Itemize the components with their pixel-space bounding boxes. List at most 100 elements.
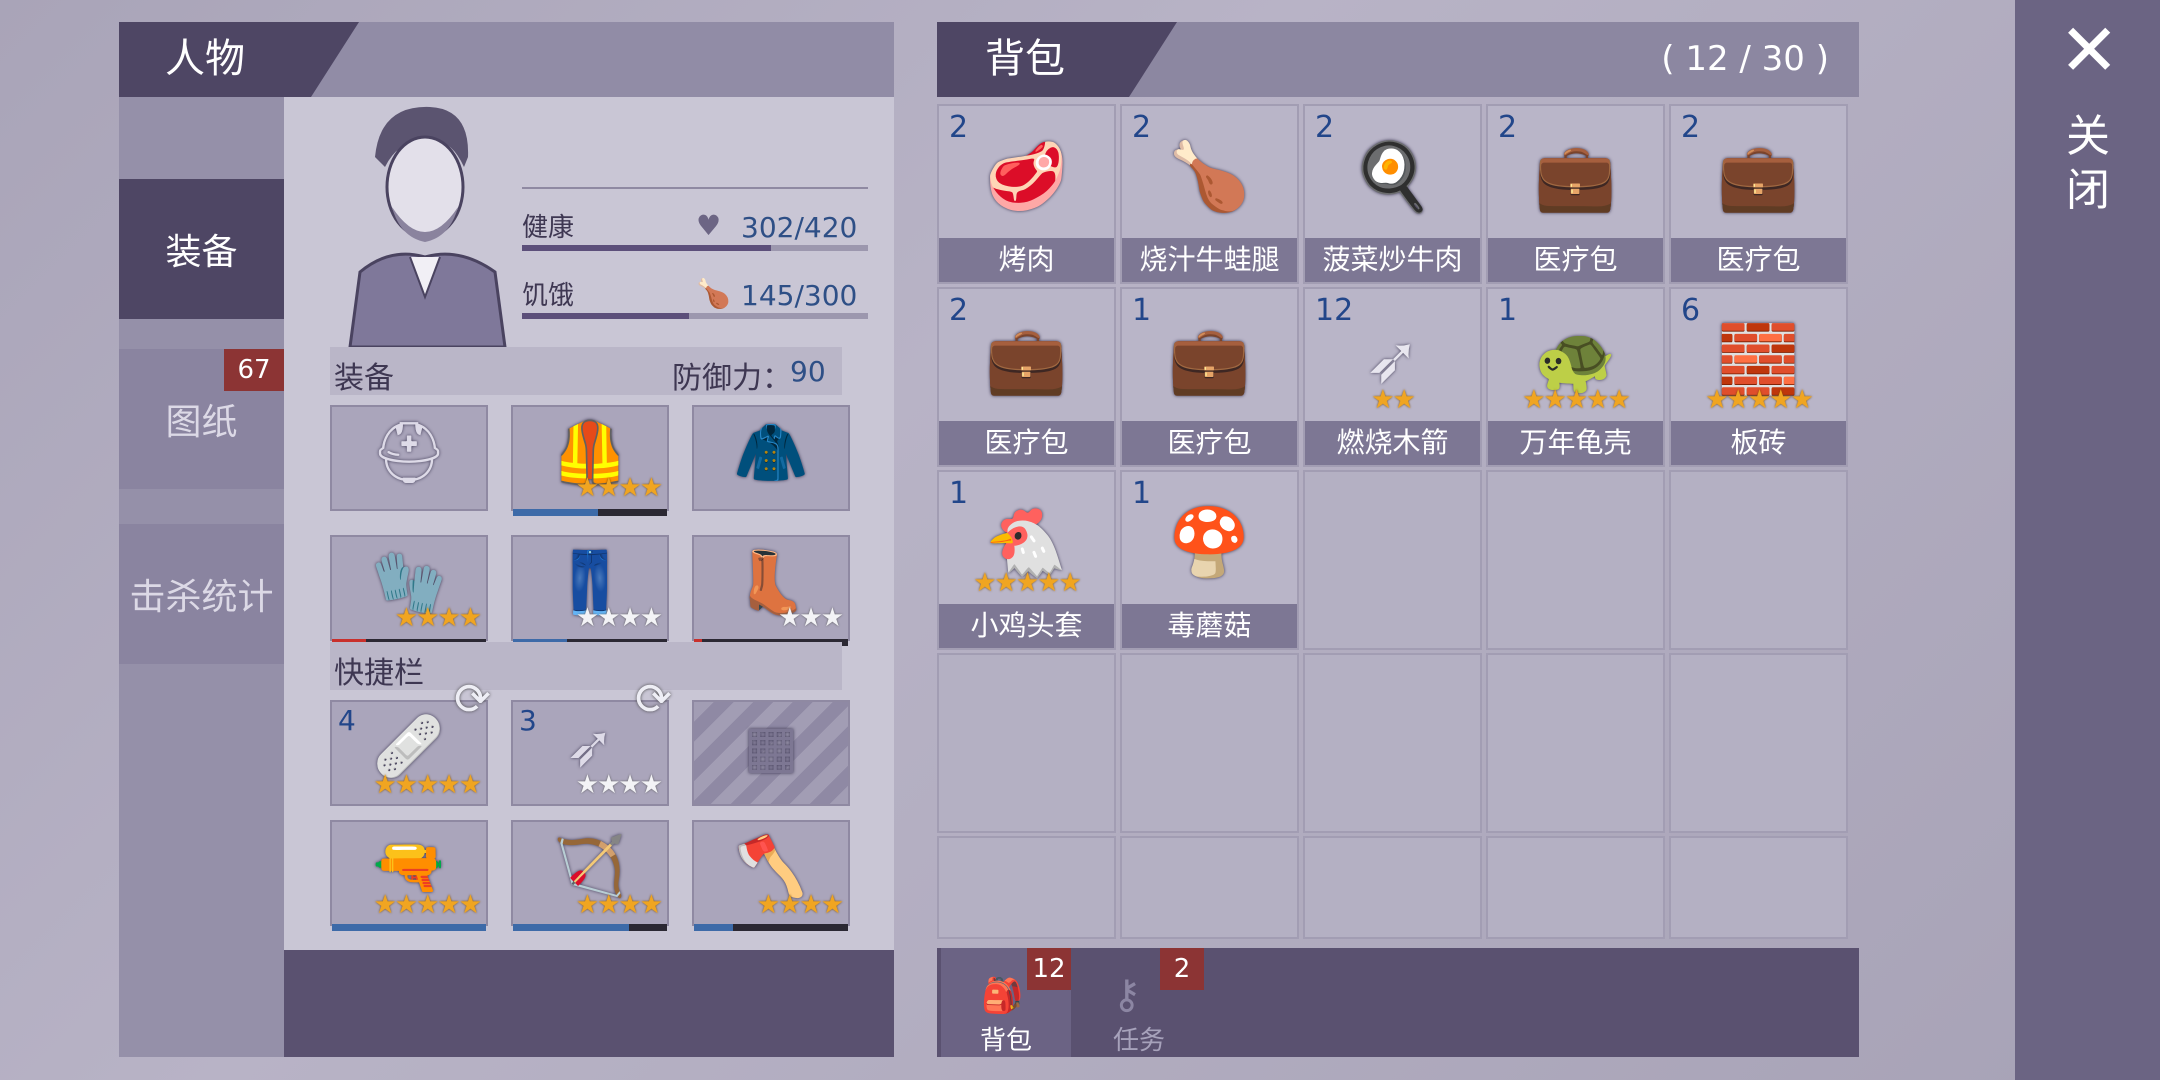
character-panel: 人物 装备 图纸 67 击杀统计 健康 ♥ 302/420 饥饿 🍗 145/3… (119, 22, 894, 1057)
durability-bar (513, 924, 667, 931)
defense-value: 90 (790, 355, 826, 388)
bag-capacity: ( 12 / 30 ) (1661, 39, 1829, 79)
tab-equipment[interactable]: 装备 (119, 179, 284, 319)
quickbar-section-bar: 快捷栏 (330, 642, 842, 691)
item-count: 3 (519, 704, 537, 737)
tab-blueprints-label: 图纸 (165, 402, 238, 443)
rarity-stars: ★★★★ (394, 603, 482, 633)
bag-empty-slot[interactable] (1669, 653, 1848, 833)
key-icon: ⚷ (1112, 972, 1142, 1018)
health-label: 健康 (522, 213, 575, 243)
item-name: 医疗包 (1122, 421, 1297, 465)
bag-tab-backpack[interactable]: 🎒 背包 12 (941, 948, 1071, 1057)
item-count: 1 (1132, 293, 1152, 328)
bag-tab-quests-badge: 2 (1160, 948, 1204, 990)
bag-empty-slot[interactable] (1486, 653, 1665, 833)
close-panel[interactable]: ✕ 关闭 (2015, 0, 2160, 1080)
item-name: 烤肉 (939, 238, 1114, 282)
character-title: 人物 (165, 36, 245, 82)
equipment-slot[interactable]: 👢 ★★★ (692, 535, 850, 646)
item-name: 医疗包 (939, 421, 1114, 465)
swap-icon[interactable]: ⟳ (635, 674, 672, 725)
rarity-stars: ★★★★ (575, 890, 663, 920)
quickbar-slot[interactable]: 🏹 ★★★★ (511, 820, 669, 931)
health-bar-fill (522, 245, 771, 251)
equipment-slot[interactable]: ⛑ (330, 405, 488, 511)
hunger-label: 饥饿 (522, 281, 575, 311)
bag-item[interactable]: 2 💼 医疗包 (937, 287, 1116, 467)
bag-title: 背包 (985, 36, 1065, 82)
item-name: 毒蘑菇 (1122, 604, 1297, 648)
bag-item[interactable]: 12 ➶ ★★ 燃烧木箭 (1303, 287, 1482, 467)
steak-icon: 🥩 (985, 138, 1068, 215)
bag-empty-slot[interactable] (937, 836, 1116, 939)
medkit-icon: 💼 (1717, 138, 1800, 215)
rarity-stars: ★★★★★ (373, 770, 482, 800)
bag-tab-quests[interactable]: ⚷ 任务 2 (1074, 948, 1204, 1057)
quickbar-slot[interactable]: ▦ (692, 700, 850, 806)
rarity-stars: ★★★★★ (973, 568, 1082, 598)
bag-item[interactable]: 6 🧱 ★★★★★ 板砖 (1669, 287, 1848, 467)
backpack-icon: 🎒 (981, 976, 1024, 1016)
equipment-section-label: 装备 (334, 361, 394, 396)
health-value: 302/420 (741, 211, 858, 244)
rarity-stars: ★★★★★ (1705, 385, 1814, 415)
item-count: 4 (338, 704, 356, 737)
bag-item[interactable]: 1 🐢 ★★★★★ 万年龟壳 (1486, 287, 1665, 467)
quickbar-slot[interactable]: 🔫 ★★★★★ (330, 820, 488, 931)
rarity-stars: ★★★ (778, 603, 844, 633)
bag-empty-slot[interactable] (1486, 470, 1665, 650)
durability-bar (694, 924, 848, 931)
tab-blueprints[interactable]: 图纸 67 (119, 349, 284, 489)
character-bottom-strip (284, 950, 894, 1057)
jacket-icon: 🧥 (733, 418, 809, 488)
blueprints-badge: 67 (224, 349, 284, 391)
item-count: 2 (1132, 110, 1152, 145)
item-name: 医疗包 (1671, 238, 1846, 282)
bag-empty-slot[interactable] (1669, 470, 1848, 650)
bag-bottom-bar: 🎒 背包 12 ⚷ 任务 2 (937, 948, 1859, 1057)
character-portrait (330, 97, 510, 349)
rarity-stars: ★★★★ (575, 603, 663, 633)
bag-empty-slot[interactable] (1669, 836, 1848, 939)
rarity-stars: ★★★★ (756, 890, 844, 920)
bag-empty-slot[interactable] (1486, 836, 1665, 939)
tab-kill-stats[interactable]: 击杀统计 (119, 524, 284, 664)
quickbar-slot[interactable]: 🪓 ★★★★ (692, 820, 850, 931)
equipment-slot[interactable]: 👖 ★★★★ (511, 535, 669, 646)
equipment-section-bar: 装备 防御力： 90 (330, 347, 842, 396)
bag-item[interactable]: 2 🥩 烤肉 (937, 104, 1116, 284)
helmet-icon: ⛑ (370, 418, 448, 488)
bag-empty-slot[interactable] (1120, 653, 1299, 833)
bag-item[interactable]: 2 💼 医疗包 (1486, 104, 1665, 284)
bag-empty-slot[interactable] (1303, 836, 1482, 939)
equipment-slot[interactable]: 🧥 (692, 405, 850, 511)
durability-bar-fill (513, 509, 598, 516)
bag-item[interactable]: 1 💼 医疗包 (1120, 287, 1299, 467)
bag-empty-slot[interactable] (937, 653, 1116, 833)
bag-item[interactable]: 1 🍄 毒蘑菇 (1120, 470, 1299, 650)
bag-empty-slot[interactable] (1303, 653, 1482, 833)
close-icon[interactable]: ✕ (2059, 14, 2119, 86)
bag-empty-slot[interactable] (1120, 836, 1299, 939)
frog-legs-icon: 🍗 (1168, 138, 1251, 215)
hunger-bar (522, 313, 868, 319)
bag-item[interactable]: 2 🍳 菠菜炒牛肉 (1303, 104, 1482, 284)
equipment-slot[interactable]: 🦺 ★★★★ (511, 405, 669, 516)
bag-tab-quests-label: 任务 (1112, 1026, 1165, 1056)
bag-item[interactable]: 2 🍗 烧汁牛蛙腿 (1120, 104, 1299, 284)
bag-item[interactable]: 2 💼 医疗包 (1669, 104, 1848, 284)
tab-kill-stats-label: 击杀统计 (129, 577, 274, 618)
portrait-divider (522, 187, 868, 189)
mushroom-icon: 🍄 (1168, 504, 1251, 581)
item-count: 2 (1315, 110, 1335, 145)
bag-item[interactable]: 1 🐔 ★★★★★ 小鸡头套 (937, 470, 1116, 650)
swap-icon[interactable]: ⟳ (454, 674, 491, 725)
tab-equipment-label: 装备 (165, 232, 238, 273)
medkit-icon: 💼 (985, 321, 1068, 398)
item-count: 12 (1315, 293, 1354, 328)
heart-icon: ♥ (696, 209, 722, 242)
equipment-slot[interactable]: 🧤 ★★★★ (330, 535, 488, 646)
bag-empty-slot[interactable] (1303, 470, 1482, 650)
item-name: 燃烧木箭 (1305, 421, 1480, 465)
